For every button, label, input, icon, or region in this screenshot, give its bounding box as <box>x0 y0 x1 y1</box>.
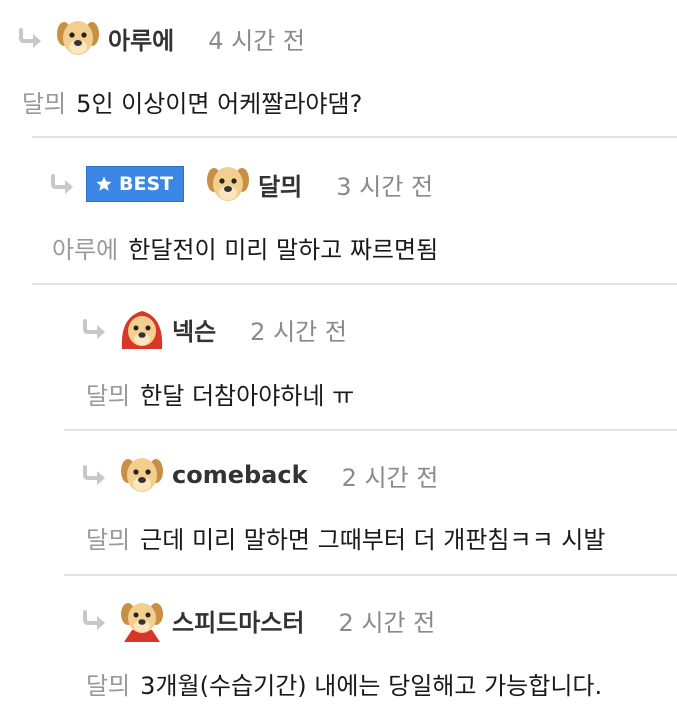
comment-time: 2 시간 전 <box>341 463 439 492</box>
comment-header: BEST 달믜 3 시간 전 <box>50 160 433 208</box>
comment-header: 스피드마스터 2 시간 전 <box>82 596 435 644</box>
puppy-avatar-icon[interactable] <box>118 305 166 353</box>
puppy-avatar-icon[interactable] <box>118 596 166 644</box>
comment-text: 3개월(수습기간) 내에는 당일해고 가능합니다. <box>140 672 603 700</box>
comment-divider <box>32 283 677 285</box>
comment-text: 한달전이 미리 말하고 짜르면됨 <box>128 236 439 264</box>
comment-author[interactable]: 아루에 <box>108 21 174 56</box>
comment-mention[interactable]: 달믜 <box>22 90 66 118</box>
comment-text: 근데 미리 말하면 그때부터 더 개판침ㅋㅋ 시발 <box>140 526 606 554</box>
comment-author[interactable]: 달믜 <box>258 167 302 202</box>
reply-arrow-icon <box>82 465 108 485</box>
comment-divider <box>64 574 677 576</box>
star-icon <box>96 176 112 191</box>
comment-body: 달믜 3개월(수습기간) 내에는 당일해고 가능합니다. <box>86 666 677 701</box>
comment-divider <box>32 136 677 138</box>
reply-arrow-icon <box>82 319 108 339</box>
comment-body: 달믜 근데 미리 말하면 그때부터 더 개판침ㅋㅋ 시발 <box>86 520 677 555</box>
puppy-avatar-icon[interactable] <box>118 451 166 499</box>
comment-header: 아루에 4 시간 전 <box>18 14 305 62</box>
comment-time: 2 시간 전 <box>250 317 347 346</box>
comment-header: 넥슨 2 시간 전 <box>82 305 347 353</box>
comment-author[interactable]: 스피드마스터 <box>172 603 304 638</box>
comment-body: 아루에 한달전이 미리 말하고 짜르면됨 <box>52 230 438 265</box>
puppy-avatar-icon[interactable] <box>204 160 252 208</box>
reply-arrow-icon <box>82 610 108 630</box>
comment-text: 5인 이상이면 어케짤라야댐? <box>76 90 363 118</box>
comment-author[interactable]: 넥슨 <box>172 312 216 347</box>
comment-mention[interactable]: 달믜 <box>86 382 130 410</box>
reply-arrow-icon <box>18 28 44 48</box>
comment-header: comeback 2 시간 전 <box>82 451 438 499</box>
puppy-avatar-icon[interactable] <box>54 14 102 62</box>
best-badge-label: BEST <box>119 173 174 195</box>
comment-body: 달믜 5인 이상이면 어케짤라야댐? <box>22 84 362 119</box>
comment-mention[interactable]: 달믜 <box>86 526 130 554</box>
comment-time: 3 시간 전 <box>336 172 434 201</box>
comment-mention[interactable]: 아루에 <box>52 236 118 264</box>
comment-time: 4 시간 전 <box>208 26 306 55</box>
best-badge: BEST <box>86 166 185 202</box>
comment-author[interactable]: comeback <box>172 461 308 489</box>
reply-arrow-icon <box>50 174 76 194</box>
comment-text: 한달 더참아야하네 ㅠ <box>140 382 355 410</box>
comment-mention[interactable]: 달믜 <box>86 672 130 700</box>
comment-divider <box>64 429 677 431</box>
comment-time: 2 시간 전 <box>338 608 436 637</box>
comment-body: 달믜 한달 더참아야하네 ㅠ <box>86 376 354 411</box>
